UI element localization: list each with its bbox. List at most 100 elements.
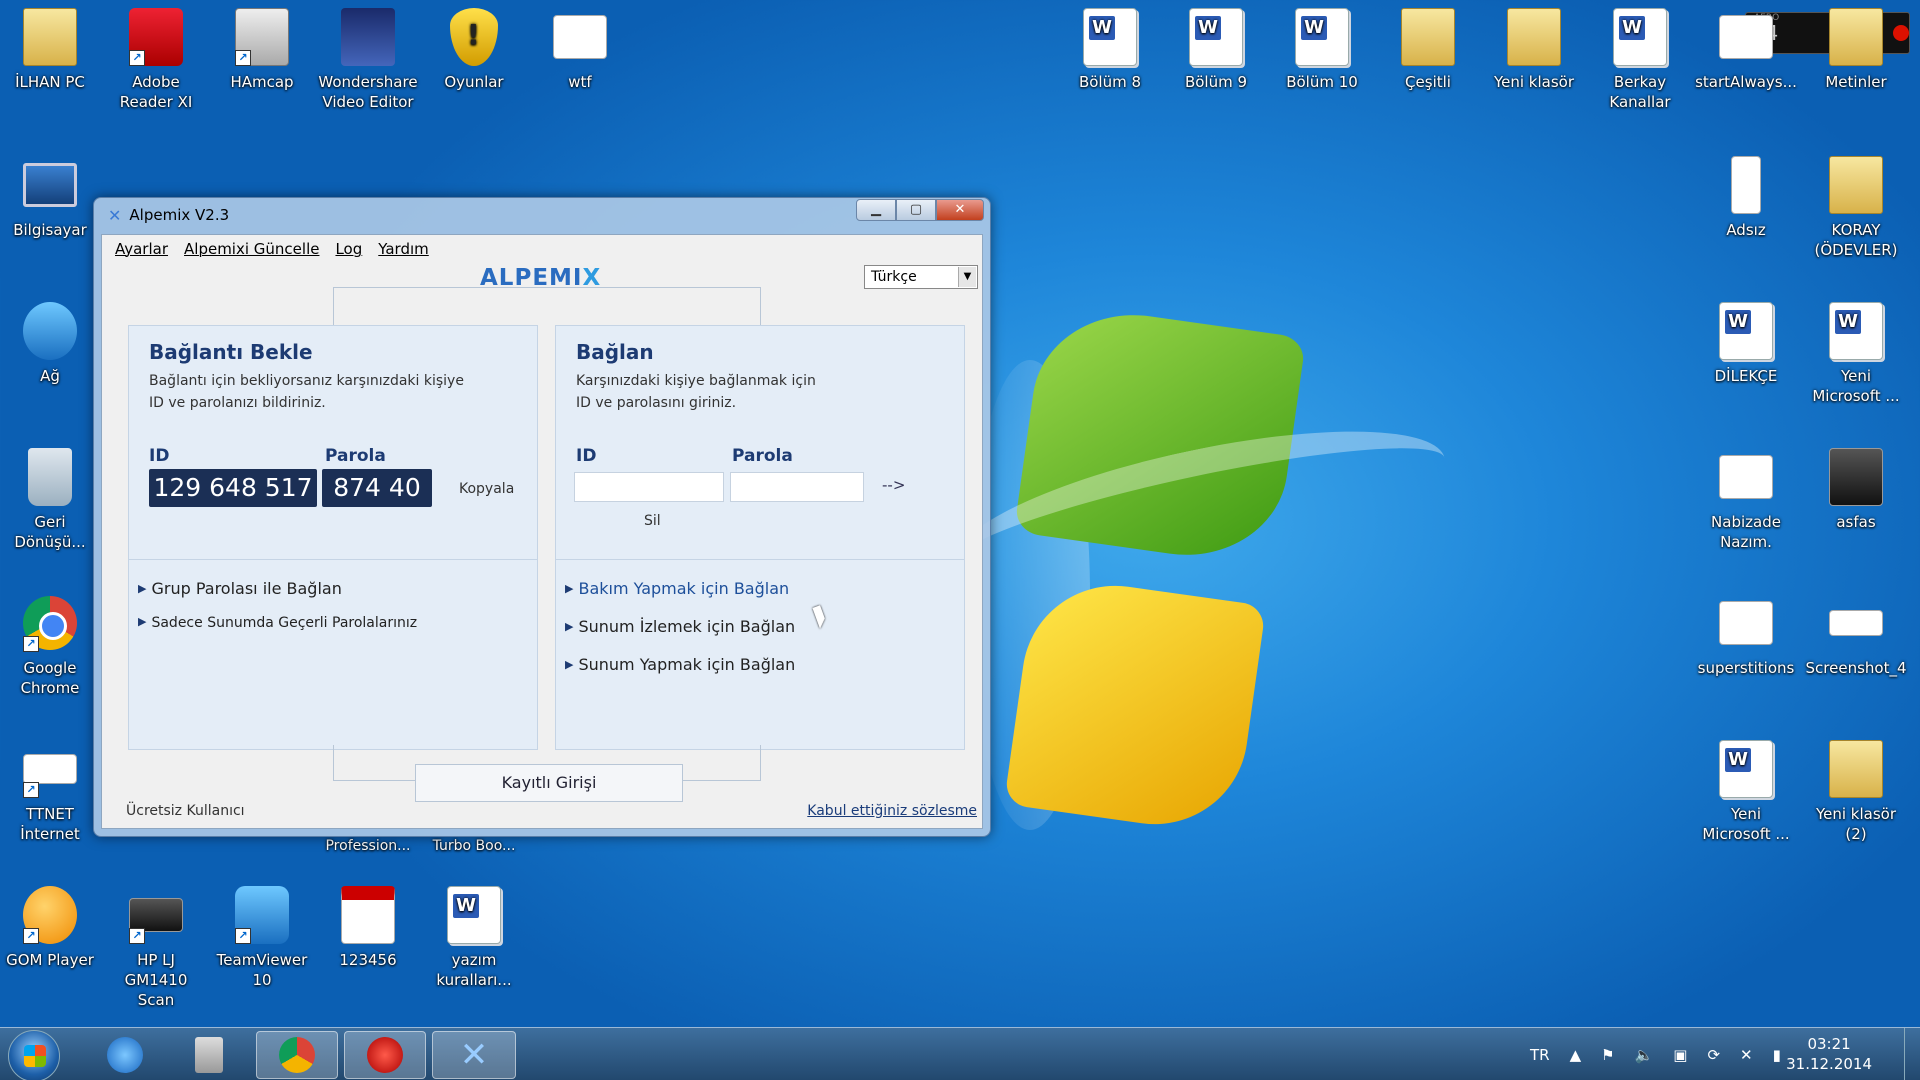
icon-label: startAlways...: [1695, 73, 1797, 91]
start-button[interactable]: [8, 1030, 60, 1080]
desktop-icon-adobe-reader[interactable]: ↗ Adobe Reader XI: [106, 6, 206, 112]
icon-label: TTNET İnternet: [20, 805, 80, 843]
word-doc-icon: [1613, 8, 1667, 66]
partner-password-input[interactable]: [730, 472, 864, 502]
divider: [129, 559, 537, 560]
taskbar-alpemix[interactable]: ✕: [432, 1031, 516, 1079]
volume-icon[interactable]: 🔈: [1635, 1046, 1654, 1064]
desktop-icon-oyunlar[interactable]: Oyunlar: [424, 6, 524, 92]
taskbar-clock[interactable]: 03:21 31.12.2014: [1786, 1034, 1872, 1074]
group-password-connect-link[interactable]: Grup Parolası ile Bağlan: [138, 579, 341, 598]
maintenance-connect-link[interactable]: Bakım Yapmak için Bağlan: [565, 579, 789, 598]
show-desktop-button[interactable]: [1904, 1028, 1920, 1080]
language-select[interactable]: Türkçe ▼: [864, 265, 978, 289]
make-presentation-link[interactable]: Sunum Yapmak için Bağlan: [565, 655, 795, 674]
desktop-icon-yeni-klasor[interactable]: Yeni klasör: [1484, 6, 1584, 92]
desktop-icon-startalways[interactable]: startAlways...: [1695, 6, 1797, 92]
desktop-icon-dilekce[interactable]: DİLEKÇE: [1696, 300, 1796, 386]
desktop-icon-yazim-kurallari[interactable]: yazım kuralları...: [424, 884, 524, 990]
maximize-button[interactable]: ▢: [896, 199, 936, 221]
desktop-icon-ttnet[interactable]: ↗ TTNET İnternet: [0, 738, 100, 844]
desktop-icon-hp-scan[interactable]: ↗ HP LJ GM1410 Scan: [106, 884, 206, 1010]
close-button[interactable]: ✕: [936, 199, 984, 221]
desktop-icon-bolum-8[interactable]: Bölüm 8: [1060, 6, 1160, 92]
connect-desc-line-2: ID ve parolasını giriniz.: [576, 395, 737, 411]
partner-id-input[interactable]: [574, 472, 724, 502]
desktop-icon-screenshot-4[interactable]: Screenshot_4: [1805, 592, 1907, 678]
icon-label: yazım kuralları...: [436, 951, 512, 989]
folder-icon: [1829, 156, 1883, 214]
desktop-icon-bolum-9[interactable]: Bölüm 9: [1166, 6, 1266, 92]
desktop-icon-yeni-microsoft-2[interactable]: Yeni Microsoft ...: [1696, 738, 1796, 844]
window-titlebar[interactable]: ✕ Alpemix V2.3 ▁ ▢ ✕: [94, 198, 990, 232]
menu-yardim[interactable]: Yardım: [378, 240, 429, 258]
desktop-icon-123456[interactable]: 123456: [318, 884, 418, 970]
icon-label: KORAY (ÖDEVLER): [1814, 221, 1898, 259]
network-signal-icon[interactable]: ▮: [1773, 1046, 1781, 1064]
window-client: Ayarlar Alpemixi Güncelle Log Yardım Tür…: [101, 234, 983, 829]
desktop-icon-ag[interactable]: Ağ: [0, 300, 100, 386]
internet-explorer-icon: [107, 1037, 143, 1073]
alpemix-window: ✕ Alpemix V2.3 ▁ ▢ ✕ Ayarlar Alpemixi Gü…: [93, 197, 991, 837]
desktop-icon-berkay-kanallar[interactable]: Berkay Kanallar: [1590, 6, 1690, 112]
tray-sync-icon[interactable]: ⟳: [1707, 1046, 1720, 1064]
desktop-label-profession[interactable]: Profession...: [318, 836, 418, 856]
powerpoint-icon: [1719, 455, 1773, 499]
desktop-icon-yeni-microsoft-1[interactable]: Yeni Microsoft ...: [1806, 300, 1906, 406]
taskbar-calculator[interactable]: [168, 1031, 250, 1079]
menu-ayarlar[interactable]: Ayarlar: [115, 240, 168, 258]
taskbar-internet-explorer[interactable]: [84, 1031, 166, 1079]
icon-label: Metinler: [1825, 73, 1887, 91]
icon-label: wtf: [568, 73, 592, 91]
terms-link[interactable]: Kabul ettiğiniz sözlesme: [807, 803, 977, 819]
clear-button[interactable]: Sil: [644, 513, 661, 529]
desktop-icon-hamcap[interactable]: ↗ HAmcap: [212, 6, 312, 92]
watch-presentation-link[interactable]: Sunum İzlemek için Bağlan: [565, 617, 795, 636]
copy-button[interactable]: Kopyala: [459, 481, 514, 497]
clock-time: 03:21: [1807, 1035, 1851, 1053]
word-doc-icon: [447, 886, 501, 944]
desktop-icon-cesitli[interactable]: Çeşitli: [1378, 6, 1478, 92]
desktop-icon-wtf[interactable]: wtf: [530, 6, 630, 92]
connect-panel-heading: Bağlan: [576, 340, 654, 364]
icon-label: Bölüm 8: [1078, 73, 1142, 91]
folder-icon: [1829, 8, 1883, 66]
minimize-button[interactable]: ▁: [856, 199, 896, 221]
desktop-icon-koray[interactable]: KORAY (ÖDEVLER): [1806, 154, 1906, 260]
connect-panel-description: Karşınızdaki kişiye bağlanmak için ID ve…: [576, 370, 946, 414]
desktop-icon-bolum-10[interactable]: Bölüm 10: [1272, 6, 1372, 92]
tray-app-icon[interactable]: ▣: [1673, 1046, 1687, 1064]
menu-log[interactable]: Log: [335, 240, 362, 258]
taskbar-chrome[interactable]: [256, 1031, 338, 1079]
presentation-passwords-link[interactable]: Sadece Sunumda Geçerli Parolalarınız: [138, 615, 417, 631]
desktop-icon-wondershare[interactable]: Wondershare Video Editor: [318, 6, 418, 112]
desktop-icon-bilgisayar[interactable]: Bilgisayar: [0, 154, 100, 240]
desktop-icon-chrome[interactable]: ↗ Google Chrome: [0, 592, 100, 698]
desktop-icon-yeni-klasor-2[interactable]: Yeni klasör (2): [1806, 738, 1906, 844]
menu-alpemixi-guncelle[interactable]: Alpemixi Güncelle: [184, 240, 319, 258]
icon-label: Screenshot_4: [1805, 659, 1907, 677]
tray-expand-icon[interactable]: ▲: [1570, 1046, 1582, 1064]
icon-label: Bölüm 10: [1286, 73, 1358, 91]
desktop-icon-superstitions[interactable]: superstitions: [1696, 592, 1796, 678]
desktop-icon-teamviewer[interactable]: ↗ TeamViewer 10: [212, 884, 312, 990]
desktop-icon-metinler[interactable]: Metinler: [1806, 6, 1906, 92]
registered-login-button[interactable]: Kayıtlı Girişi: [415, 764, 683, 802]
connect-arrow-button[interactable]: -->: [882, 476, 905, 494]
desktop-icon-adsiz[interactable]: Adsız: [1696, 154, 1796, 240]
desktop-icon-ilhan-pc[interactable]: İLHAN PC: [0, 6, 100, 92]
word-doc-icon: [1719, 740, 1773, 798]
desktop-label-turbo-boost[interactable]: Turbo Boo...: [424, 836, 524, 856]
alpemix-app-icon: ✕: [108, 205, 122, 225]
word-doc-icon: [1829, 302, 1883, 360]
input-language[interactable]: TR: [1530, 1046, 1550, 1064]
chevron-down-icon[interactable]: ▼: [958, 267, 976, 287]
icon-label: asfas: [1836, 513, 1876, 531]
desktop-icon-nabizade[interactable]: Nabizade Nazım.: [1696, 446, 1796, 552]
desktop-icon-asfas[interactable]: asfas: [1806, 446, 1906, 532]
desktop-icon-recycle-bin[interactable]: Geri Dönüşü...: [0, 446, 100, 552]
tray-alpemix-icon[interactable]: ✕: [1740, 1046, 1753, 1064]
desktop-icon-gom-player[interactable]: ↗ GOM Player: [0, 884, 100, 970]
taskbar-recorder[interactable]: [344, 1031, 426, 1079]
action-center-flag-icon[interactable]: ⚑: [1601, 1046, 1614, 1064]
